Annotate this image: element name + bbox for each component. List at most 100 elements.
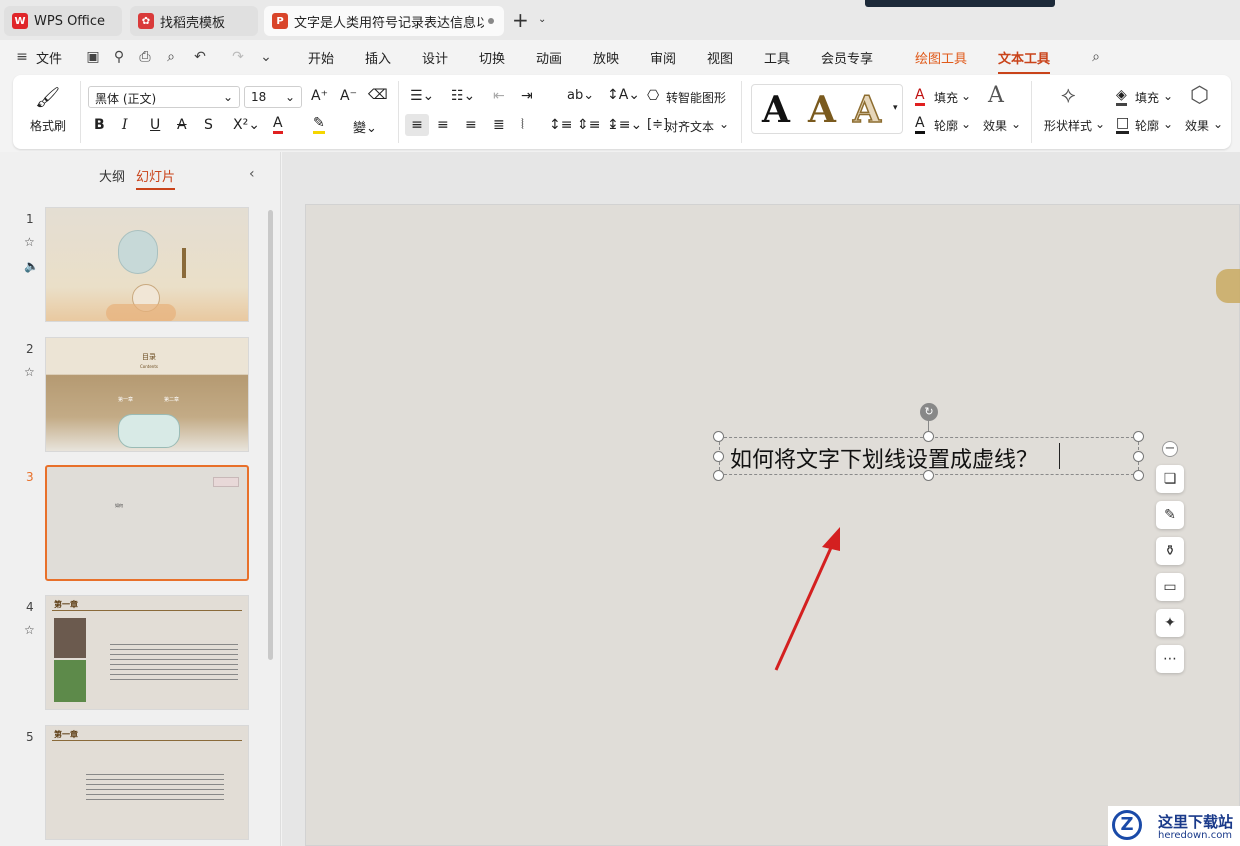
textbox-text[interactable]: 如何将文字下划线设置成虚线？ <box>730 442 1038 474</box>
smart-shape-button[interactable]: 转智能图形 <box>666 89 726 106</box>
menu-design[interactable]: 设计 <box>422 48 448 67</box>
text-fill-button[interactable]: 填充 <box>934 89 958 106</box>
menu-tools[interactable]: 工具 <box>764 48 790 67</box>
spacing-options-icon[interactable]: ↨≡⌄ <box>607 117 642 133</box>
bold-icon[interactable]: B <box>94 117 105 133</box>
chevron-down-icon[interactable]: ⌄ <box>1011 117 1021 131</box>
slide-thumb-3-selected[interactable]: 如何 <box>45 465 249 581</box>
resize-handle-mr[interactable] <box>1133 451 1144 462</box>
align-left-icon[interactable]: ≡ <box>405 114 429 136</box>
resize-handle-tl[interactable] <box>713 431 724 442</box>
new-tab-icon[interactable]: + <box>512 8 529 32</box>
shadow-icon[interactable]: S <box>204 117 213 133</box>
underline-icon[interactable]: U <box>150 117 160 133</box>
increase-font-icon[interactable]: A⁺ <box>311 88 328 104</box>
share-icon[interactable]: ⚲ <box>111 49 127 65</box>
menu-drawing-tools[interactable]: 绘图工具 <box>915 48 967 67</box>
tab-slides[interactable]: 幻灯片 <box>136 166 176 190</box>
tab-template[interactable]: ✿ 找稻壳模板 <box>130 6 258 36</box>
chevron-down-icon[interactable]: ⌄ <box>719 117 729 131</box>
text-direction-icon[interactable]: ↕A⌄ <box>607 87 640 103</box>
tab-wps-office[interactable]: W WPS Office <box>4 6 122 36</box>
highlight-icon[interactable]: ✎ <box>313 115 325 134</box>
menu-home[interactable]: 开始 <box>308 48 334 67</box>
slide-thumb-2[interactable]: 目录 Contents 第一章 第二章 <box>45 337 249 452</box>
shape-effects-icon[interactable]: ⬡ <box>1190 83 1209 108</box>
print-preview-icon[interactable]: ⌕ <box>163 49 179 65</box>
menu-membership[interactable]: 会员专享 <box>821 48 873 67</box>
tab-outline[interactable]: 大纲 <box>99 166 125 185</box>
collapse-toolbar-icon[interactable]: − <box>1162 441 1178 457</box>
text-effects-icon[interactable]: A <box>988 83 1004 108</box>
font-size-select[interactable]: 18 ⌄ <box>244 86 302 108</box>
style-black-a[interactable]: A <box>762 89 790 131</box>
menu-review[interactable]: 审阅 <box>650 48 676 67</box>
resize-handle-tc[interactable] <box>923 431 934 442</box>
format-painter-button[interactable]: 格式刷 <box>30 117 66 134</box>
chevron-down-icon[interactable]: ⌄ <box>961 89 971 103</box>
resize-handle-br[interactable] <box>1133 470 1144 481</box>
collapse-panel-icon[interactable]: ‹ <box>249 166 255 182</box>
align-right-icon[interactable]: ≡ <box>465 117 477 133</box>
menu-text-tools[interactable]: 文本工具 <box>998 48 1051 74</box>
align-text-button[interactable]: 对齐文本 <box>666 118 714 135</box>
resize-handle-tr[interactable] <box>1133 431 1144 442</box>
menu-slideshow[interactable]: 放映 <box>593 48 619 67</box>
rotate-handle-icon[interactable]: ↻ <box>920 403 938 421</box>
outline-box-icon[interactable]: ▭ <box>1156 573 1184 601</box>
text-effects-button[interactable]: 效果 <box>983 117 1007 134</box>
bullet-list-icon[interactable]: ☰⌄ <box>410 88 434 104</box>
shape-fill-button[interactable]: 填充 <box>1135 89 1159 106</box>
line-spacing-icon[interactable]: ↕≡ <box>549 117 572 133</box>
numbered-list-icon[interactable]: ☷⌄ <box>451 88 475 104</box>
format-painter-icon[interactable]: 🖌 <box>35 85 60 109</box>
redo-icon[interactable]: ↷ <box>230 49 246 65</box>
text-outline-icon[interactable]: A <box>915 115 925 134</box>
layers-icon[interactable]: ❏ <box>1156 465 1184 493</box>
text-style-gallery[interactable]: A A A <box>751 84 903 134</box>
more-options-icon[interactable]: ⋯ <box>1156 645 1184 673</box>
distribute-icon[interactable]: ⦚ <box>521 117 524 133</box>
more-chevron-icon[interactable]: ⌄ <box>258 49 274 65</box>
shape-effects-button[interactable]: 效果 <box>1185 117 1209 134</box>
phonetic-icon[interactable]: 變⌄ <box>353 117 377 136</box>
text-fill-icon[interactable]: A <box>915 87 925 106</box>
superscript-icon[interactable]: X²⌄ <box>233 117 260 133</box>
chevron-down-icon[interactable]: ⌄ <box>1163 89 1173 103</box>
strikethrough-icon[interactable]: A <box>177 117 187 133</box>
text-outline-button[interactable]: 轮廓 <box>934 117 958 134</box>
chevron-down-icon[interactable]: ⌄ <box>1095 117 1105 131</box>
hamburger-menu-icon[interactable]: ≡ <box>14 49 30 65</box>
magic-wand-icon[interactable]: ✦ <box>1156 609 1184 637</box>
chevron-down-icon[interactable]: ⌄ <box>961 117 971 131</box>
shape-fill-icon[interactable]: ◈ <box>1116 87 1127 106</box>
italic-icon[interactable]: I <box>122 117 128 133</box>
tab-document[interactable]: P 文字是人类用符号记录表达信息以 <box>264 6 504 36</box>
clear-format-icon[interactable]: ⌫ <box>368 87 388 103</box>
search-icon[interactable]: ⌕ <box>1088 49 1104 65</box>
chevron-down-icon[interactable]: ⌄ <box>1163 117 1173 131</box>
font-color-icon[interactable]: A <box>273 115 283 134</box>
justify-icon[interactable]: ≣ <box>493 117 505 133</box>
increase-indent-icon[interactable]: ⇥ <box>521 88 533 104</box>
menu-insert[interactable]: 插入 <box>365 48 391 67</box>
shape-style-icon[interactable]: ⟡ <box>1061 83 1076 108</box>
resize-handle-ml[interactable] <box>713 451 724 462</box>
decrease-indent-icon[interactable]: ⇤ <box>493 88 505 104</box>
unsaved-dot-icon[interactable] <box>488 18 494 24</box>
shape-outline-icon[interactable]: □ <box>1116 115 1130 134</box>
save-icon[interactable]: ▣ <box>85 49 101 65</box>
pen-icon[interactable]: ✎ <box>1156 501 1184 529</box>
style-gold-a[interactable]: A <box>808 89 836 131</box>
panel-scrollbar[interactable] <box>268 210 273 660</box>
align-center-icon[interactable]: ≡ <box>437 117 449 133</box>
chevron-down-icon[interactable]: ⌄ <box>538 14 546 25</box>
shape-outline-button[interactable]: 轮廓 <box>1135 117 1159 134</box>
chevron-down-icon[interactable]: ⌄ <box>1213 117 1223 131</box>
resize-handle-bl[interactable] <box>713 470 724 481</box>
menu-view[interactable]: 视图 <box>707 48 733 67</box>
decrease-font-icon[interactable]: A⁻ <box>340 88 357 104</box>
resize-handle-bc[interactable] <box>923 470 934 481</box>
style-outline-a[interactable]: A <box>852 88 881 132</box>
smart-shape-icon[interactable]: ⎔ <box>647 88 659 104</box>
